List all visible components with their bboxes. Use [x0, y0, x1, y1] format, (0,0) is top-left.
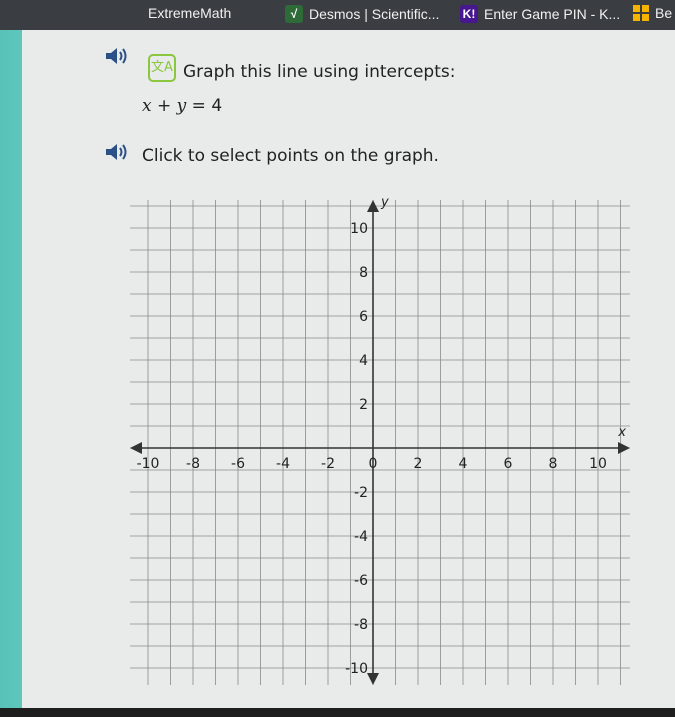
y-tick-label: 10: [350, 221, 368, 237]
coordinate-grid[interactable]: xy-10 -8 -6 -4 -2 0 2 4 6 8 10108642-2-4-6-8-10: [130, 190, 650, 695]
y-tick-label: 8: [359, 265, 368, 281]
equation: x + y = 4: [142, 96, 222, 116]
bookmark-desmos[interactable]: √ Desmos | Scientific...: [285, 5, 439, 23]
translate-icon[interactable]: 文A: [148, 54, 176, 82]
equation-x: x: [142, 96, 152, 116]
x-tick-label: 10: [589, 456, 607, 472]
bookmark-label: ExtremeMath: [148, 5, 232, 21]
y-tick-label: 6: [359, 309, 368, 325]
grid-app-icon: [633, 5, 649, 21]
bookmark-extrememath[interactable]: ExtremeMath: [148, 5, 231, 21]
x-axis-label: x: [617, 425, 626, 440]
equation-y: y: [176, 96, 187, 116]
bookmark-be[interactable]: Be: [633, 5, 672, 21]
y-axis-label: y: [380, 195, 389, 210]
kahoot-icon: K!: [460, 5, 478, 23]
taskbar: [0, 708, 675, 717]
y-tick-label: -2: [354, 485, 368, 501]
y-tick-label: -8: [354, 617, 368, 633]
y-tick-label: 2: [359, 397, 368, 413]
speaker-icon[interactable]: [104, 142, 130, 162]
x-tick-label: -10: [137, 456, 160, 472]
equation-rhs: 4: [211, 96, 223, 116]
y-tick-label: 4: [359, 353, 368, 369]
y-tick-label: -6: [354, 573, 368, 589]
equation-equals: =: [191, 96, 206, 116]
x-tick-label: -6: [231, 456, 245, 472]
desmos-icon: √: [285, 5, 303, 23]
x-tick-label: 8: [549, 456, 558, 472]
y-tick-label: -10: [345, 661, 368, 677]
x-axis-arrow-right: [618, 442, 630, 454]
bookmarks-bar: ExtremeMath √ Desmos | Scientific... K! …: [0, 0, 675, 30]
x-tick-label: -8: [186, 456, 200, 472]
x-axis-arrow-left: [130, 442, 142, 454]
x-tick-label: 6: [504, 456, 513, 472]
y-tick-label: -4: [354, 529, 368, 545]
x-tick-label: 0: [369, 456, 378, 472]
instruction-text: Click to select points on the graph.: [142, 146, 439, 166]
question-prompt: Graph this line using intercepts:: [183, 62, 456, 82]
speaker-icon[interactable]: [104, 46, 130, 66]
x-tick-label: 4: [459, 456, 468, 472]
y-axis-arrow-down: [367, 673, 379, 685]
x-tick-label: 2: [414, 456, 423, 472]
x-tick-label: -4: [276, 456, 290, 472]
bookmark-label: Desmos | Scientific...: [309, 6, 440, 22]
bookmark-label: Be: [655, 5, 673, 21]
axes: [130, 200, 630, 685]
bookmark-label: Enter Game PIN - K...: [484, 6, 621, 22]
x-tick-label: -2: [321, 456, 335, 472]
grid-lines: [130, 200, 630, 685]
bookmark-kahoot[interactable]: K! Enter Game PIN - K...: [460, 5, 620, 23]
equation-plus: +: [157, 96, 172, 116]
